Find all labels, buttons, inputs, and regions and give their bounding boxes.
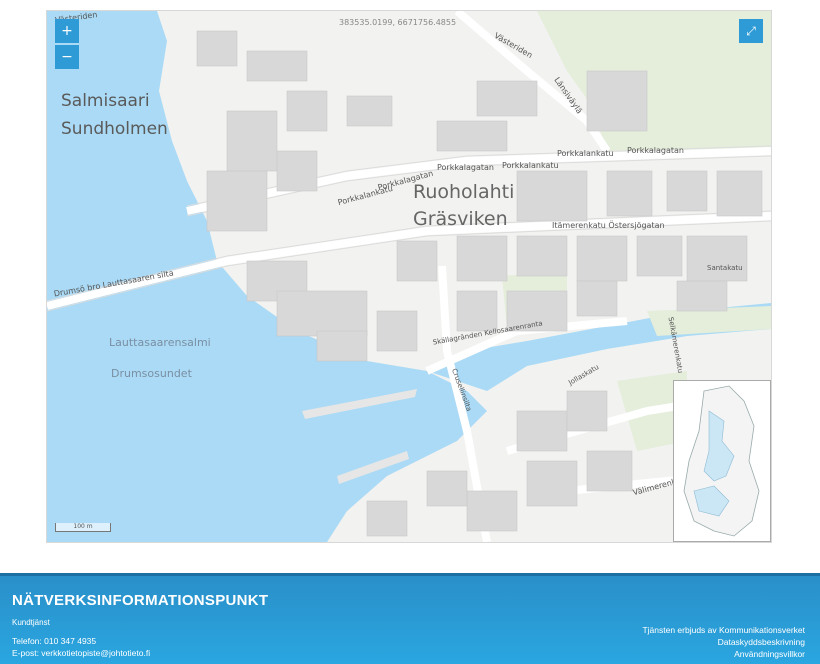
street-label-porkkalagatan: Porkkalagatan — [627, 146, 684, 155]
place-label-ruoholahti: Ruoholahti — [413, 181, 515, 203]
scale-bar: 100 m — [55, 523, 111, 532]
place-label-salmisaari: Salmisaari — [61, 91, 150, 111]
footer-link-privacy[interactable]: Dataskyddsbeskrivning — [642, 636, 805, 648]
zoom-out-button[interactable]: − — [55, 45, 79, 69]
footer-links: Tjänsten erbjuds av Kommunikationsverket… — [642, 624, 805, 660]
overview-map-canvas — [674, 381, 770, 541]
footer-email[interactable]: E-post: verkkotietopiste@johtotieto.fi — [12, 648, 150, 658]
place-label-grasviken: Gräsviken — [413, 208, 508, 230]
place-label-drumsosundet: Drumsosundet — [111, 367, 192, 380]
expand-icon: ⤢ — [746, 24, 756, 38]
street-label-porkkalankatu-2: Porkkalankatu — [502, 161, 559, 170]
footer-link-terms[interactable]: Användningsvillkor — [642, 648, 805, 660]
zoom-control: + − — [55, 19, 79, 69]
footer-phone: Telefon: 010 347 4935 — [12, 636, 97, 646]
place-label-sundholmen: Sundholmen — [61, 119, 168, 139]
street-label-santakatu: Santakatu — [707, 264, 743, 272]
footer-title: NÄTVERKSINFORMATIONSPUNKT — [12, 592, 269, 609]
street-label-itamerenkatu: Itämerenkatu Östersjögatan — [552, 221, 665, 230]
street-label-porkkalagatan-2: Porkkalagatan — [437, 163, 494, 172]
zoom-in-button[interactable]: + — [55, 19, 79, 43]
fullscreen-button[interactable]: ⤢ — [739, 19, 763, 43]
street-label-porkkalankatu: Porkkalankatu — [557, 149, 614, 158]
footer-link-provider[interactable]: Tjänsten erbjuds av Kommunikationsverket — [642, 624, 805, 636]
overview-map[interactable] — [673, 380, 771, 542]
coordinate-readout: 383535.0199, 6671756.4855 — [339, 18, 457, 27]
footer: NÄTVERKSINFORMATIONSPUNKT Kundtjänst Tel… — [0, 573, 820, 664]
footer-subtitle: Kundtjänst — [12, 618, 50, 627]
map-view[interactable]: 383535.0199, 6671756.4855 + − ⤢ Salmisaa… — [46, 10, 772, 543]
place-label-lauttasaarensalmi: Lauttasaarensalmi — [109, 336, 211, 349]
